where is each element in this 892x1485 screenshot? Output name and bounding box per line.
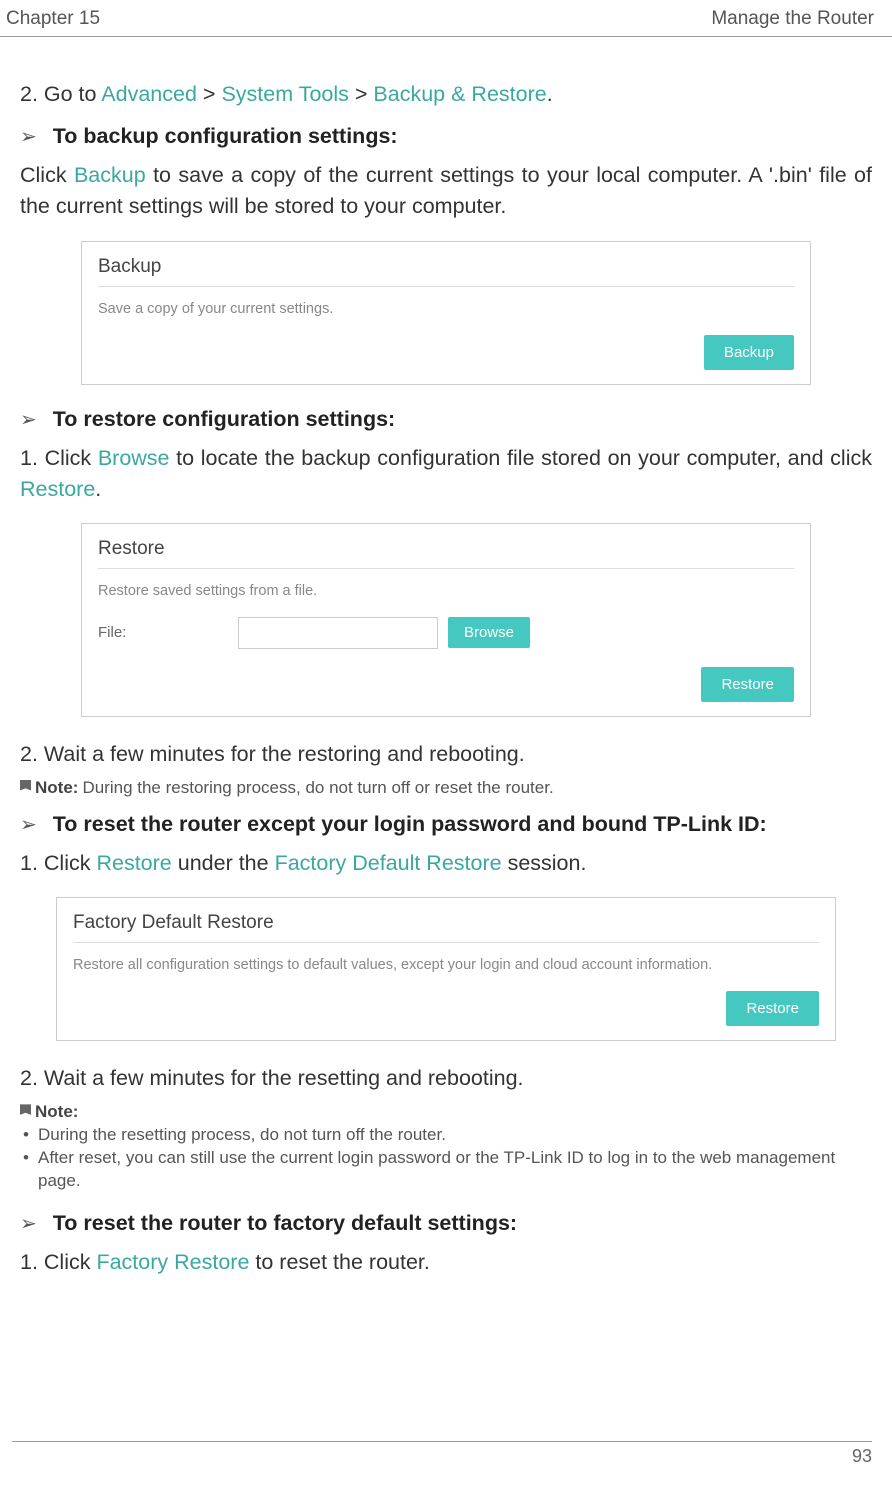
heading-restore: ➢ To restore configuration settings:	[20, 407, 872, 433]
browse-button[interactable]: Browse	[448, 617, 530, 648]
text: .	[547, 82, 553, 106]
panel-description: Restore saved settings from a file.	[98, 583, 794, 599]
backup-panel: Backup Save a copy of your current setti…	[81, 241, 811, 385]
text: 1. Click	[20, 446, 98, 470]
note-icon	[20, 780, 31, 794]
panel-title: Backup	[98, 252, 794, 286]
text: Click	[20, 163, 74, 187]
note-restore: Note: During the restoring process, do n…	[20, 778, 872, 798]
note-text: During the restoring process, do not tur…	[82, 778, 553, 798]
step-goto: 2. Go to Advanced > System Tools > Backu…	[20, 79, 872, 110]
link-restore: Restore	[20, 477, 95, 501]
heading-text: To backup configuration settings:	[53, 124, 398, 149]
link-factory-restore: Factory Restore	[96, 1250, 249, 1274]
arrow-icon: ➢	[20, 812, 37, 838]
backup-button[interactable]: Backup	[704, 335, 794, 370]
heading-factory-reset: ➢ To reset the router to factory default…	[20, 1211, 872, 1237]
restore-panel: Restore Restore saved settings from a fi…	[81, 523, 811, 717]
file-input[interactable]	[238, 617, 438, 649]
heading-text: To restore configuration settings:	[53, 407, 395, 432]
link-restore: Restore	[96, 851, 171, 875]
panel-title: Factory Default Restore	[73, 908, 819, 942]
text: to save a copy of the current settings t…	[20, 163, 872, 218]
panel-description: Restore all configuration settings to de…	[73, 957, 819, 973]
text: >	[349, 82, 374, 106]
file-label: File:	[98, 624, 228, 641]
section-label: Manage the Router	[711, 8, 874, 30]
link-factory-default-restore: Factory Default Restore	[275, 851, 502, 875]
divider	[98, 568, 794, 569]
text: 1. Click	[20, 1250, 96, 1274]
note-label: Note:	[35, 1102, 78, 1122]
text: 2. Go to	[20, 82, 101, 106]
panel-title: Restore	[98, 534, 794, 568]
note-reset: Note: During the resetting process, do n…	[20, 1102, 872, 1193]
reset-except-step1: 1. Click Restore under the Factory Defau…	[20, 848, 872, 879]
page-number: 93	[12, 1441, 872, 1467]
factory-restore-button[interactable]: Restore	[726, 991, 819, 1026]
restore-button[interactable]: Restore	[701, 667, 794, 702]
link-browse: Browse	[98, 446, 170, 470]
chapter-label: Chapter 15	[6, 8, 100, 30]
backup-description: Click Backup to save a copy of the curre…	[20, 160, 872, 222]
link-backup: Backup	[74, 163, 146, 187]
heading-text: To reset the router except your login pa…	[53, 812, 767, 837]
text: session.	[502, 851, 587, 875]
panel-description: Save a copy of your current settings.	[98, 301, 794, 317]
arrow-icon: ➢	[20, 1211, 37, 1237]
text: to reset the router.	[249, 1250, 429, 1274]
text: 1. Click	[20, 851, 96, 875]
reset-step2: 2. Wait a few minutes for the resetting …	[20, 1063, 872, 1094]
restore-step1: 1. Click Browse to locate the backup con…	[20, 443, 872, 505]
note-label: Note:	[35, 778, 78, 798]
heading-text: To reset the router to factory default s…	[53, 1211, 517, 1236]
note-icon	[20, 1104, 31, 1118]
arrow-icon: ➢	[20, 407, 37, 433]
text: .	[95, 477, 101, 501]
note-bullet: After reset, you can still use the curre…	[20, 1147, 872, 1193]
text: to locate the backup configuration file …	[170, 446, 872, 470]
arrow-icon: ➢	[20, 124, 37, 150]
divider	[98, 286, 794, 287]
text: under the	[172, 851, 275, 875]
heading-reset-except: ➢ To reset the router except your login …	[20, 812, 872, 838]
restore-step2: 2. Wait a few minutes for the restoring …	[20, 739, 872, 770]
factory-reset-step1: 1. Click Factory Restore to reset the ro…	[20, 1247, 872, 1278]
divider	[73, 942, 819, 943]
factory-default-panel: Factory Default Restore Restore all conf…	[56, 897, 836, 1041]
link-system-tools: System Tools	[221, 82, 348, 106]
text: >	[197, 82, 222, 106]
note-bullet: During the resetting process, do not tur…	[20, 1124, 872, 1147]
heading-backup: ➢ To backup configuration settings:	[20, 124, 872, 150]
link-backup-restore: Backup & Restore	[373, 82, 546, 106]
link-advanced: Advanced	[101, 82, 197, 106]
